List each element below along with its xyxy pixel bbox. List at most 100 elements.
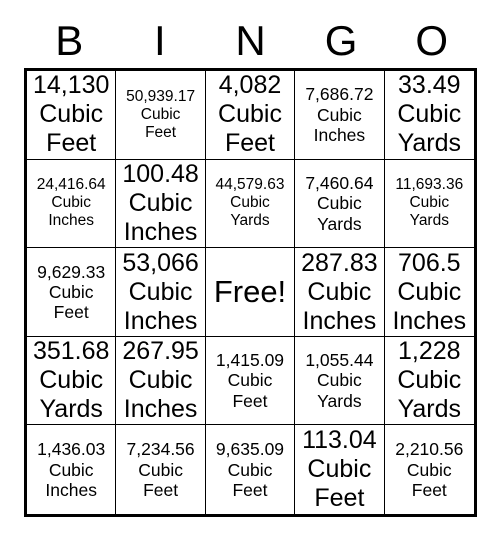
bingo-cell-unit-line2: Yards (39, 395, 103, 424)
bingo-cell-unit-line2: Yards (397, 395, 462, 424)
bingo-cell[interactable]: 1,436.03 Cubic Inches (27, 425, 117, 514)
bingo-grid: 14,130 Cubic Feet 50,939.17 Cubic Feet 4,082 Cu… (24, 68, 477, 517)
bingo-cell-value: 113.04 (302, 426, 377, 455)
bingo-cell-unit-line2: Feet (314, 484, 365, 513)
bingo-cell-unit-line1: Cubic (406, 459, 452, 480)
bingo-cell-value: 33.49 (398, 71, 461, 100)
bingo-cell[interactable]: 24,416.64 Cubic Inches (27, 159, 117, 249)
bingo-header-letter-i: I (154, 17, 166, 64)
bingo-cell-value: 50,939.17 (126, 87, 196, 105)
bingo-cell-unit-line2: Inches (392, 306, 467, 335)
bingo-cell[interactable]: 267.95 Cubic Inches (116, 336, 206, 426)
bingo-cell-value: 2,210.56 (395, 439, 464, 460)
bingo-cell-unit-line2: Feet (232, 390, 268, 411)
bingo-cell-unit-line2: Inches (123, 306, 198, 335)
bingo-cell[interactable]: 33.49 Cubic Yards (384, 71, 474, 160)
bingo-cell-value: 7,234.56 (126, 439, 195, 460)
bingo-cell[interactable]: 1,415.09 Cubic Feet (205, 336, 296, 426)
bingo-cell-unit-line1: Cubic (39, 100, 104, 129)
bingo-cell[interactable]: 7,460.64 Cubic Yards (295, 159, 385, 249)
bingo-cell[interactable]: 1,055.44 Cubic Yards (295, 336, 385, 426)
bingo-cell-value: 53,066 (122, 248, 199, 277)
bingo-cell-unit-line1: Cubic (140, 105, 181, 123)
bingo-cell-value: 706.5 (398, 248, 461, 277)
bingo-header-letter-b: B (55, 17, 84, 64)
bingo-cell-value: 1,436.03 (37, 439, 106, 460)
bingo-cell-unit-line1: Cubic (128, 366, 193, 395)
bingo-cell[interactable]: 1,228 Cubic Yards (384, 336, 474, 426)
bingo-cell-unit-line2: Feet (232, 479, 268, 500)
bingo-cell-value: 1,228 (398, 337, 461, 366)
bingo-cell-unit-line2: Feet (224, 129, 275, 158)
bingo-cell-unit-line2: Inches (313, 124, 366, 145)
bingo-cell[interactable]: 4,082 Cubic Feet (205, 71, 296, 160)
bingo-cell-unit-line2: Feet (53, 302, 89, 323)
bingo-cell-unit-line2: Yards (230, 212, 270, 230)
bingo-cell-value: 4,082 (218, 71, 282, 100)
bingo-cell-value: 100.48 (122, 159, 199, 188)
bingo-cell[interactable]: 2,210.56 Cubic Feet (384, 425, 474, 514)
bingo-cell-unit-line1: Cubic (397, 366, 462, 395)
bingo-cell-unit-line2: Feet (145, 123, 177, 141)
bingo-cell-unit-line1: Cubic (48, 459, 94, 480)
bingo-cell[interactable]: 100.48 Cubic Inches (116, 159, 206, 249)
bingo-cell-unit-line1: Cubic (397, 100, 462, 129)
bingo-cell[interactable]: 9,635.09 Cubic Feet (205, 425, 296, 514)
bingo-cell-unit-line1: Cubic (227, 370, 273, 391)
bingo-cell-value: 287.83 (301, 248, 378, 277)
bingo-cell-unit-line2: Inches (48, 212, 95, 230)
bingo-cell[interactable]: 7,686.72 Cubic Inches (295, 71, 385, 160)
bingo-cell-unit-line2: Yards (317, 390, 362, 411)
bingo-cell-unit-line2: Feet (143, 479, 179, 500)
bingo-header-letter-n: N (235, 17, 266, 64)
bingo-cell-unit-line2: Feet (411, 479, 447, 500)
bingo-cell-value: 9,635.09 (215, 439, 285, 460)
bingo-cell-value: 7,686.72 (305, 84, 374, 105)
bingo-cell[interactable]: 706.5 Cubic Inches (384, 248, 474, 337)
bingo-cell-value: 7,460.64 (305, 172, 374, 193)
bingo-cell-unit-line1: Cubic (218, 100, 282, 129)
bingo-cell[interactable]: 287.83 Cubic Inches (295, 248, 385, 337)
bingo-cell-unit-line1: Cubic (128, 277, 193, 306)
bingo-cell[interactable]: 113.04 Cubic Feet (295, 425, 385, 514)
bingo-cell-unit-line2: Inches (123, 217, 198, 246)
bingo-cell-unit-line2: Yards (317, 213, 362, 234)
bingo-free-cell[interactable]: Free! (205, 248, 296, 337)
bingo-cell-value: 1,415.09 (215, 350, 285, 371)
bingo-cell-unit-line1: Cubic (397, 277, 462, 306)
bingo-cell-unit-line2: Inches (45, 479, 97, 500)
bingo-header-letter-g: G (324, 17, 358, 64)
bingo-cell-unit-line1: Cubic (138, 459, 183, 480)
bingo-cell-unit-line1: Cubic (128, 188, 193, 217)
bingo-cell-unit-line1: Cubic (409, 194, 450, 212)
bingo-cell-unit-line2: Feet (46, 129, 97, 158)
bingo-cell[interactable]: 351.68 Cubic Yards (27, 336, 117, 426)
bingo-cell-value: 44,579.63 (215, 176, 285, 194)
bingo-cell-value: 24,416.64 (36, 176, 106, 194)
bingo-cell[interactable]: 9,629.33 Cubic Feet (27, 248, 117, 337)
bingo-cell-unit-line1: Cubic (317, 104, 362, 125)
bingo-cell-unit-line1: Cubic (317, 370, 362, 391)
bingo-cell[interactable]: 14,130 Cubic Feet (27, 71, 117, 160)
bingo-cell-unit-line1: Cubic (51, 194, 92, 212)
bingo-cell-unit-line1: Cubic (307, 455, 372, 484)
bingo-cell-value: 9,629.33 (37, 261, 106, 282)
bingo-cell-unit-line1: Cubic (39, 366, 104, 395)
bingo-cell[interactable]: 44,579.63 Cubic Yards (205, 159, 296, 249)
bingo-cell-value: 14,130 (32, 71, 110, 100)
bingo-cell-value: 1,055.44 (305, 350, 374, 371)
bingo-cell-unit-line1: Cubic (48, 281, 94, 302)
bingo-cell-unit-line2: Inches (123, 395, 198, 424)
bingo-cell-unit-line1: Cubic (307, 277, 372, 306)
bingo-header-letter-o: O (415, 17, 448, 64)
bingo-cell-unit-line1: Cubic (230, 194, 270, 212)
bingo-cell[interactable]: 11,693.36 Cubic Yards (384, 159, 474, 249)
bingo-cell[interactable]: 7,234.56 Cubic Feet (116, 425, 206, 514)
bingo-cell-unit-line2: Inches (302, 306, 377, 335)
bingo-card: B I N G O 14,130 Cubic Feet 50,939.17 Cubic F… (0, 0, 501, 544)
bingo-cell-unit-line2: Yards (397, 129, 462, 158)
bingo-cell-unit-line2: Yards (409, 212, 449, 230)
bingo-cell[interactable]: 53,066 Cubic Inches (116, 248, 206, 337)
bingo-cell-unit-line1: Cubic (317, 193, 362, 214)
bingo-cell[interactable]: 50,939.17 Cubic Feet (116, 71, 206, 160)
